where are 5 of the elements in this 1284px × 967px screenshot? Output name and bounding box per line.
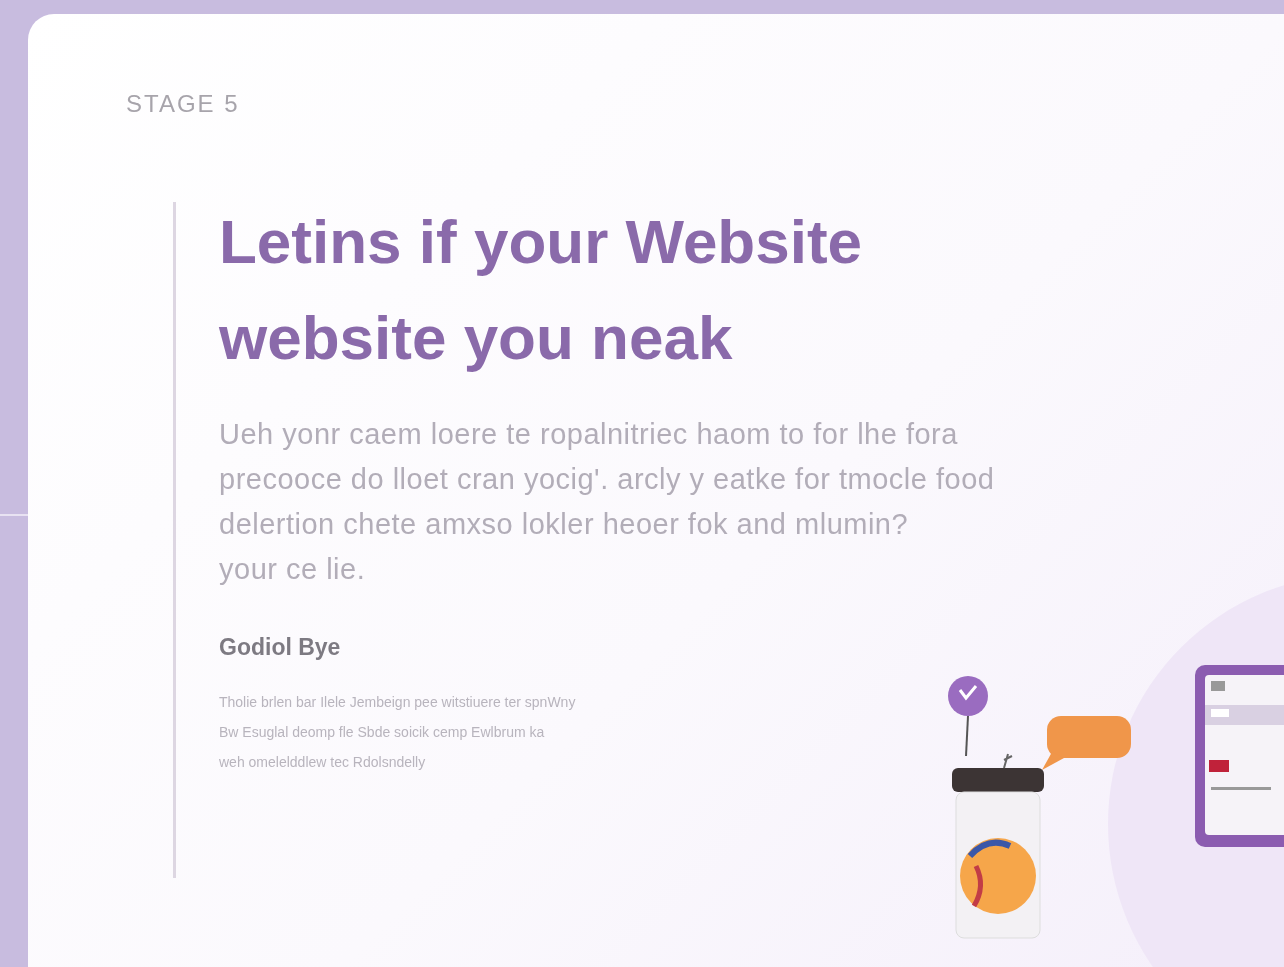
stage-label: STAGE 5 — [126, 90, 241, 118]
body-paragraph: Ueh yonr caem loere te ropalnitriec haom to for lhe fora precooce do lloet cran yocig'. arcly y eatke for tmocle food delertion chete amxso lokler heoer fok and mlumin? your ce lie. — [219, 417, 996, 587]
heading: Letins if your Website website you neak — [219, 206, 864, 374]
subheading: Godiol Bye — [219, 634, 341, 661]
note-paragraph: Tholie brlen bar Ilele Jembeign pee witstiuere ter spnWny Bw Esuglal deomp fle Sbde soicik cemp Ewlbrum ka weh omelelddlew tec Rdolsndelly — [219, 693, 576, 772]
